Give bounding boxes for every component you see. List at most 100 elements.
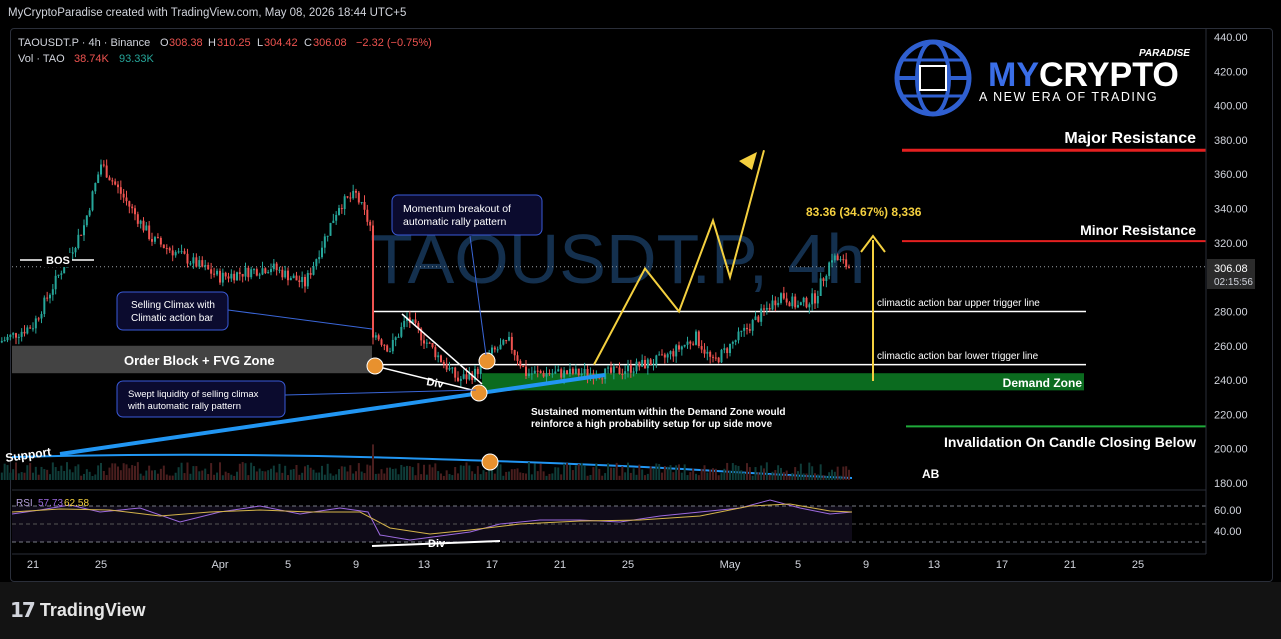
candle-body <box>102 164 105 166</box>
volume-bar <box>632 468 635 480</box>
volume-bar <box>298 474 301 480</box>
candle-body <box>697 331 700 347</box>
candle-body <box>105 165 108 178</box>
selling-climax-marker <box>366 357 384 375</box>
volume-bar <box>751 475 754 480</box>
candle-body <box>357 192 360 203</box>
volume-bar <box>465 462 468 480</box>
volume-bar <box>672 472 675 480</box>
volume-bar <box>60 465 63 480</box>
volume-bar <box>425 474 428 480</box>
time-axis[interactable]: 21 25 Apr 5 9 13 17 21 25 May 5 9 13 17 21 25 <box>27 559 1144 571</box>
candle-body <box>250 269 253 278</box>
volume-bar <box>250 462 253 480</box>
candle-body <box>848 266 850 268</box>
legend-c: 306.08 <box>313 37 347 49</box>
volume-bar <box>768 474 771 480</box>
candle-body <box>689 341 692 344</box>
candle-body <box>557 369 560 372</box>
volume-spike-marker <box>481 453 499 471</box>
volume-bar <box>108 467 111 480</box>
candle-body <box>465 374 468 380</box>
volume-bars <box>0 444 850 480</box>
candle-body <box>88 210 91 216</box>
volume-bar <box>788 475 791 480</box>
candle-body <box>428 342 431 344</box>
volume-bar <box>774 470 777 480</box>
candle-body <box>153 237 156 242</box>
volume-bar <box>46 469 49 480</box>
volume-bar <box>697 475 700 480</box>
candle-body <box>652 364 655 366</box>
candle-body <box>77 234 80 248</box>
candle-body <box>571 368 574 374</box>
candle-body <box>111 180 114 182</box>
candle-body <box>836 255 839 261</box>
candle-body <box>717 357 720 363</box>
candle-body <box>131 206 134 209</box>
volume-bar <box>692 468 695 480</box>
volume-bar <box>68 469 71 480</box>
volume-bar <box>522 473 525 480</box>
candle-body <box>451 367 454 369</box>
volume-bar <box>797 471 799 480</box>
price-tick-label: 380.00 <box>1214 135 1248 147</box>
time-tick-label: 21 <box>1064 559 1076 571</box>
price-chart[interactable]: TAOUSDT.P, 4h Support BOS Div 83.36 (34.… <box>0 0 1281 580</box>
candle-body <box>731 341 734 344</box>
volume-bar <box>589 474 592 480</box>
volume-bar <box>97 465 100 480</box>
volume-bar <box>717 475 720 480</box>
volume-bar <box>406 465 408 480</box>
volume-bar <box>210 463 213 480</box>
candle-body <box>122 193 125 198</box>
candle-body <box>26 327 29 334</box>
brand-name-crypto: CRYPTO <box>1039 56 1179 94</box>
sustained-line2: reinforce a high probability setup for u… <box>531 419 773 430</box>
time-tick-label: 21 <box>27 559 39 571</box>
candle-body <box>177 251 180 253</box>
volume-bar <box>289 469 292 480</box>
volume-bar <box>566 463 569 480</box>
volume-bar <box>85 469 88 480</box>
candle-body <box>201 260 204 267</box>
candle-body <box>174 252 177 256</box>
candle-body <box>198 260 201 267</box>
candle-body <box>491 347 493 354</box>
candle-body <box>221 272 224 283</box>
volume-bar <box>680 472 683 480</box>
volume-bar <box>539 463 542 480</box>
brand-name-my: MY <box>988 56 1039 94</box>
candle-body <box>255 269 258 276</box>
volume-bar <box>238 463 241 480</box>
candle-body <box>720 349 723 363</box>
candle-body <box>125 197 128 202</box>
tradingview-logo[interactable]: 17 TradingView <box>10 598 146 622</box>
selling-climax-pointer <box>227 309 373 330</box>
volume-bar <box>635 474 638 480</box>
volume-bar <box>652 468 655 480</box>
candle-body <box>530 373 533 375</box>
candle-body <box>20 331 23 337</box>
volume-bar <box>442 475 445 480</box>
volume-bar <box>255 471 258 480</box>
candle-body <box>3 340 6 342</box>
legend-l: 304.42 <box>264 37 298 49</box>
tradingview-icon: 17 <box>10 598 36 622</box>
candle-body <box>49 294 51 299</box>
candle-body <box>712 356 714 358</box>
price-tick-label: 220.00 <box>1214 409 1248 421</box>
volume-bar <box>51 462 54 480</box>
candle-body <box>224 272 227 277</box>
volume-bar <box>431 467 434 480</box>
candle-body <box>258 274 261 276</box>
candle-body <box>601 378 604 380</box>
volume-bar <box>802 473 805 480</box>
volume-bar <box>468 465 471 480</box>
candle-body <box>60 273 63 275</box>
volume-bar <box>216 472 219 480</box>
candle-body <box>17 336 20 338</box>
candle-body <box>281 269 284 278</box>
legend-o: 308.38 <box>169 37 203 49</box>
volume-bar <box>714 468 717 480</box>
